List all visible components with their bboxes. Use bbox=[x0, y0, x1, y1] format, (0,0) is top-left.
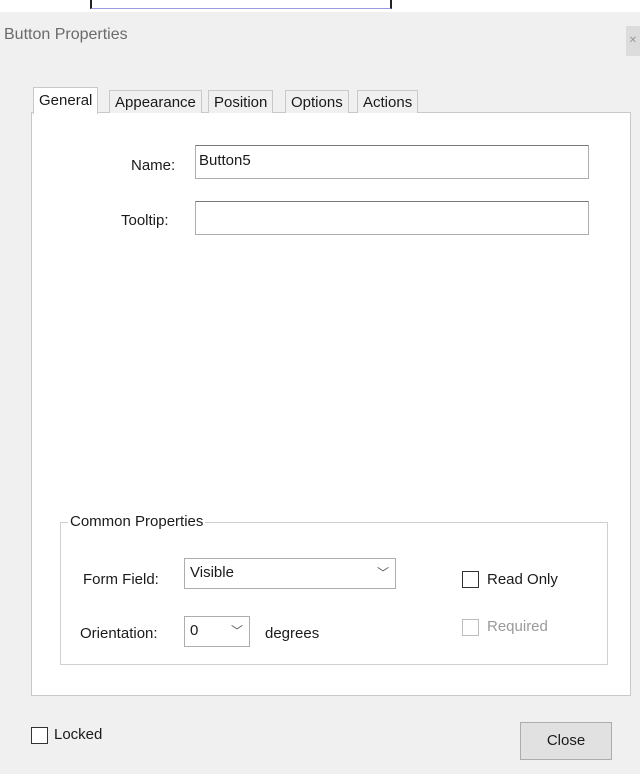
orientation-dropdown[interactable]: 0 ﹀ bbox=[184, 616, 250, 647]
degrees-label: degrees bbox=[265, 625, 320, 642]
background-form-field bbox=[90, 0, 392, 9]
common-properties-group bbox=[60, 522, 608, 665]
background-document-strip bbox=[0, 0, 640, 12]
tab-general[interactable]: General bbox=[33, 87, 99, 114]
form-field-label: Form Field: bbox=[83, 571, 159, 588]
close-icon[interactable]: ✕ bbox=[626, 26, 640, 56]
form-field-dropdown[interactable]: Visible ﹀ bbox=[184, 558, 396, 589]
name-label: Name: bbox=[131, 157, 176, 174]
common-properties-legend: Common Properties bbox=[68, 513, 206, 530]
chevron-down-icon[interactable]: ﹀ bbox=[371, 559, 395, 588]
close-button[interactable]: Close bbox=[520, 722, 612, 760]
read-only-label: Read Only bbox=[487, 571, 558, 588]
name-input[interactable]: Button5 bbox=[195, 145, 589, 179]
orientation-value: 0 bbox=[190, 622, 199, 639]
locked-checkbox[interactable] bbox=[31, 727, 48, 744]
required-checkbox bbox=[462, 619, 479, 636]
tab-position[interactable]: Position bbox=[208, 90, 274, 113]
read-only-checkbox[interactable] bbox=[462, 571, 479, 588]
required-label: Required bbox=[487, 618, 548, 635]
chevron-down-icon[interactable]: ﹀ bbox=[225, 617, 249, 646]
dialog-title: Button Properties bbox=[4, 26, 128, 43]
orientation-label: Orientation: bbox=[80, 625, 158, 642]
tab-actions[interactable]: Actions bbox=[357, 90, 419, 113]
form-field-value: Visible bbox=[190, 564, 234, 581]
tab-appearance[interactable]: Appearance bbox=[109, 90, 202, 113]
locked-label: Locked bbox=[54, 726, 103, 743]
tooltip-input[interactable] bbox=[195, 201, 589, 235]
tab-options[interactable]: Options bbox=[285, 90, 349, 113]
title-bar: Button Properties ✕ bbox=[0, 12, 640, 58]
tooltip-label: Tooltip: bbox=[121, 212, 169, 229]
